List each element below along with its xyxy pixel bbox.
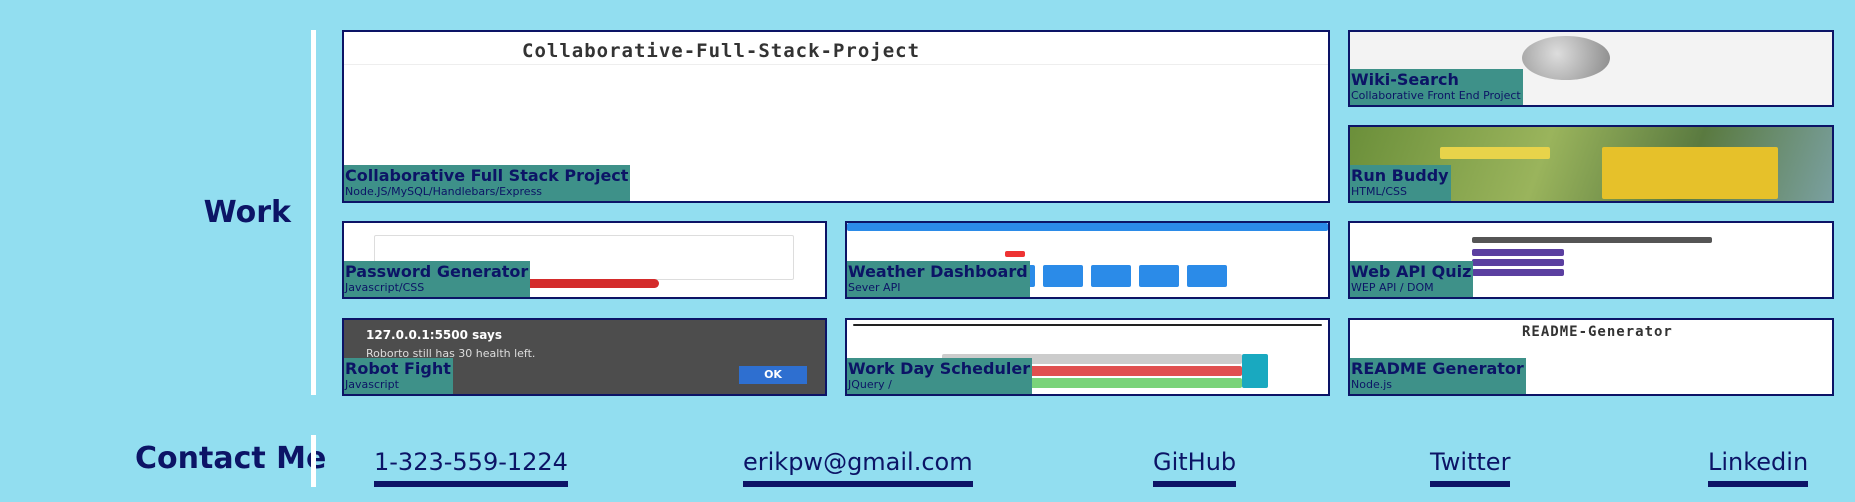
project-tech: Sever API: [848, 281, 901, 294]
project-tech: JQuery /: [848, 378, 892, 391]
project-tech: Javascript: [345, 378, 399, 391]
contact-linkedin-link[interactable]: Linkedin: [1708, 448, 1809, 487]
project-card-wiki-search[interactable]: Wiki-Search Collaborative Front End Proj…: [1348, 30, 1834, 107]
project-name: Wiki-Search: [1351, 70, 1459, 89]
project-card-run-buddy[interactable]: Run Buddy HTML/CSS: [1348, 125, 1834, 203]
project-card-weather-dashboard[interactable]: Weather Dashboard Sever API: [845, 221, 1330, 299]
work-section-title: Work: [203, 195, 291, 230]
contact-github-link[interactable]: GitHub: [1153, 448, 1237, 487]
project-label: Collaborative Full Stack Project Node.JS…: [344, 165, 631, 201]
project-name: Run Buddy: [1351, 166, 1449, 185]
project-label: Password Generator Javascript/CSS: [344, 261, 531, 297]
contact-email-link[interactable]: erikpw@gmail.com: [743, 448, 973, 487]
project-name: Weather Dashboard: [848, 262, 1028, 281]
contact-section-title: Contact Me: [135, 441, 327, 476]
project-tech: WEP API / DOM: [1351, 281, 1434, 294]
project-tech: Javascript/CSS: [345, 281, 425, 294]
project-name: Web API Quiz: [1351, 262, 1472, 281]
project-label: Weather Dashboard Sever API: [847, 261, 1030, 297]
project-name: Robot Fight: [345, 359, 451, 378]
project-label: README Generator Node.js: [1350, 358, 1526, 394]
project-tech: HTML/CSS: [1351, 185, 1407, 198]
project-card-collaborative-full-stack[interactable]: Collaborative-Full-Stack-Project Collabo…: [342, 30, 1330, 203]
project-tech: Node.JS/MySQL/Handlebars/Express: [345, 185, 543, 198]
contact-divider: [311, 435, 316, 487]
contact-twitter-link[interactable]: Twitter: [1430, 448, 1511, 487]
project-label: Web API Quiz WEP API / DOM: [1350, 261, 1474, 297]
project-tech: Collaborative Front End Project: [1351, 89, 1521, 102]
project-label: Wiki-Search Collaborative Front End Proj…: [1350, 69, 1523, 105]
project-card-password-generator[interactable]: Password Generator Javascript/CSS: [342, 221, 827, 299]
project-label: Robot Fight Javascript: [344, 358, 453, 394]
contact-phone-link[interactable]: 1-323-559-1224: [374, 448, 568, 487]
project-label: Work Day Scheduler JQuery /: [847, 358, 1033, 394]
project-card-work-day-scheduler[interactable]: Work Day Scheduler JQuery /: [845, 318, 1330, 396]
project-name: Work Day Scheduler: [848, 359, 1031, 378]
project-name: Password Generator: [345, 262, 529, 281]
project-card-web-api-quiz[interactable]: Web API Quiz WEP API / DOM: [1348, 221, 1834, 299]
wikipedia-globe-icon: [1522, 36, 1610, 80]
project-label: Run Buddy HTML/CSS: [1350, 165, 1451, 201]
dialog-ok-button: OK: [739, 366, 807, 384]
project-card-robot-fight[interactable]: 127.0.0.1:5500 says Roborto still has 30…: [342, 318, 827, 396]
project-name: Collaborative Full Stack Project: [345, 166, 629, 185]
project-card-readme-generator[interactable]: README-Generator README Generator Node.j…: [1348, 318, 1834, 396]
dialog-title: 127.0.0.1:5500 says: [366, 328, 502, 342]
screenshot-heading: Collaborative-Full-Stack-Project: [522, 40, 921, 62]
work-divider: [311, 30, 316, 395]
screenshot-heading: README-Generator: [1522, 324, 1673, 340]
project-name: README Generator: [1351, 359, 1524, 378]
project-tech: Node.js: [1351, 378, 1392, 391]
